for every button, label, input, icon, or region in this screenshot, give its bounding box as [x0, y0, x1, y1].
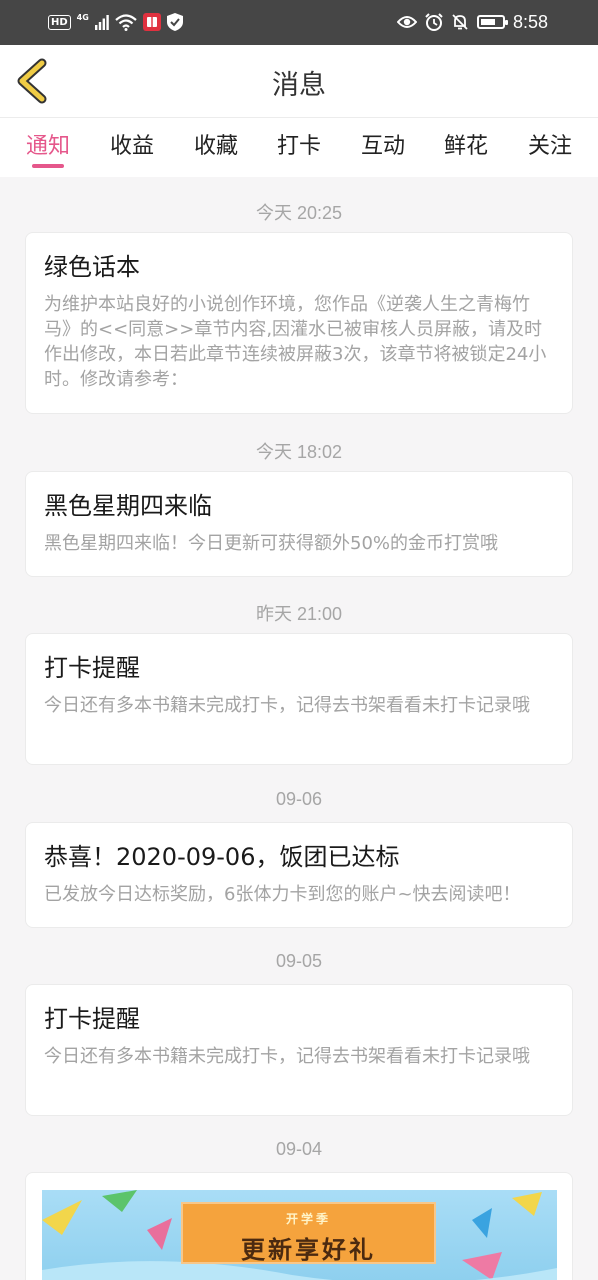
- message-time: 09-06: [275, 789, 323, 809]
- wifi-icon: [115, 13, 137, 31]
- message-card[interactable]: 打卡提醒 今日还有多本书籍未完成打卡，记得去书架看看未打卡记录哦: [25, 984, 573, 1116]
- network-type: 4G: [76, 12, 89, 22]
- tab-notice[interactable]: 通知: [13, 128, 83, 160]
- banner-subtitle: 开学季: [285, 1212, 331, 1226]
- hd-badge: HD: [48, 14, 71, 30]
- notifications-off-icon: [452, 14, 468, 30]
- clock: 8:58: [512, 11, 548, 32]
- active-tab-indicator: [32, 164, 64, 168]
- battery-icon: [476, 15, 508, 29]
- tab-flowers[interactable]: 鲜花: [431, 128, 501, 160]
- message-title: 打卡提醒: [44, 1005, 140, 1033]
- promo-banner[interactable]: 开学季 更新享好礼: [42, 1190, 557, 1280]
- message-title: 打卡提醒: [44, 654, 140, 682]
- signal-icon: [94, 15, 109, 30]
- status-bar: HD 4G 8:58: [0, 0, 598, 45]
- tab-earnings[interactable]: 收益: [97, 128, 167, 160]
- message-time: 今天 18:02: [255, 442, 343, 462]
- app-notification-icon: [142, 13, 161, 31]
- message-title: 恭喜！2020-09-06，饭团已达标: [44, 843, 400, 871]
- eye-icon: [396, 16, 417, 28]
- message-body: 黑色星期四来临！今日更新可获得额外50%的金币打赏哦: [44, 533, 499, 554]
- message-card[interactable]: 绿色话本 为维护本站良好的小说创作环境，您作品《逆袭人生之青梅竹马》的<<同意>…: [25, 232, 573, 414]
- message-time: 今天 20:25: [255, 203, 343, 223]
- message-card[interactable]: 打卡提醒 今日还有多本书籍未完成打卡，记得去书架看看未打卡记录哦: [25, 633, 573, 765]
- tab-checkin[interactable]: 打卡: [264, 128, 334, 160]
- alarm-icon: [425, 13, 443, 31]
- tab-follow[interactable]: 关注: [515, 128, 585, 160]
- message-title: 黑色星期四来临: [44, 492, 212, 520]
- banner-title: 更新享好礼: [241, 1235, 376, 1264]
- message-title: 绿色话本: [44, 253, 140, 281]
- message-time: 昨天 21:00: [255, 604, 343, 624]
- tab-interaction[interactable]: 互动: [348, 128, 418, 160]
- tab-bar: 通知 收益 收藏 打卡 互动 鲜花 关注: [0, 117, 598, 177]
- message-time: 09-05: [275, 951, 323, 971]
- message-card[interactable]: 恭喜！2020-09-06，饭团已达标 已发放今日达标奖励，6张体力卡到您的账户…: [25, 822, 573, 928]
- page-title: 消息: [272, 70, 326, 101]
- message-body: 今日还有多本书籍未完成打卡，记得去书架看看未打卡记录哦: [44, 695, 530, 716]
- message-card[interactable]: 黑色星期四来临 黑色星期四来临！今日更新可获得额外50%的金币打赏哦: [25, 471, 573, 577]
- nav-bar: 消息: [0, 45, 598, 117]
- message-time: 09-04: [275, 1139, 323, 1159]
- shield-icon: [166, 13, 183, 31]
- message-body: 已发放今日达标奖励，6张体力卡到您的账户~快去阅读吧！: [44, 884, 521, 905]
- message-body: 为维护本站良好的小说创作环境，您作品《逆袭人生之青梅竹马》的<<同意>>章节内容…: [44, 294, 547, 390]
- tab-favorites[interactable]: 收藏: [181, 128, 251, 160]
- message-body: 今日还有多本书籍未完成打卡，记得去书架看看未打卡记录哦: [44, 1046, 530, 1067]
- banner-label-box: 开学季 更新享好礼: [181, 1202, 436, 1264]
